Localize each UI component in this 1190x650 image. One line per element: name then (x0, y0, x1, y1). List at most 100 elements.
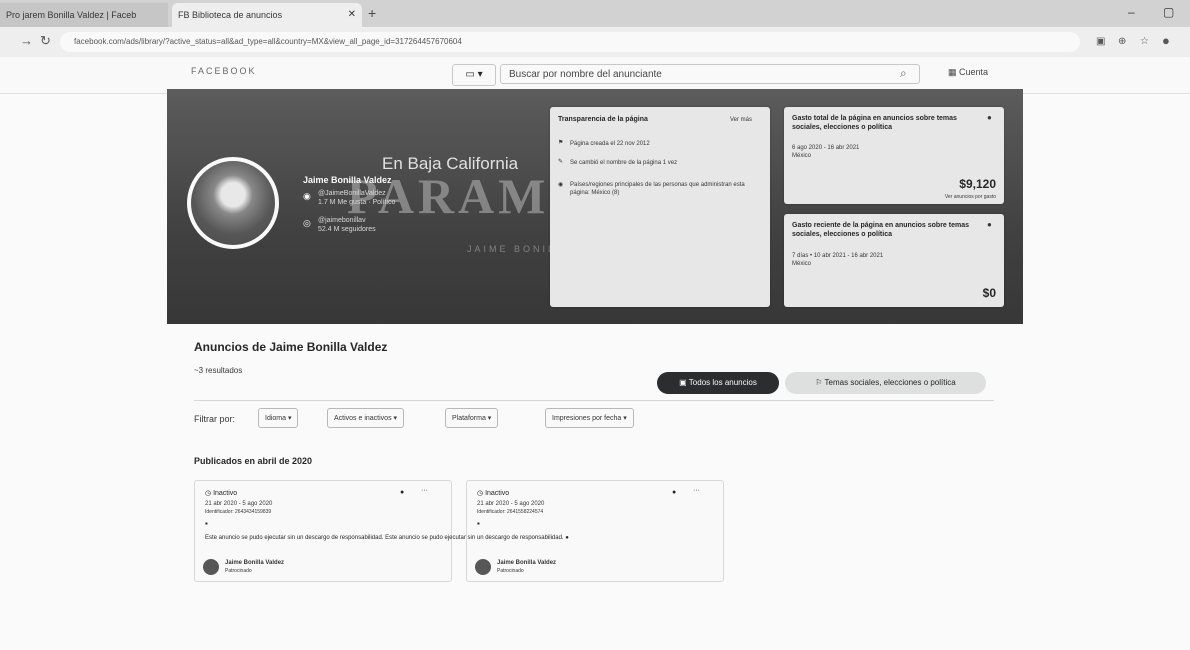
results-count: ~3 resultados (194, 366, 243, 375)
social-issues-button[interactable]: ⚐ Temas sociales, elecciones o política (785, 372, 986, 394)
status-filter[interactable]: Activos e inactivos ▾ (327, 408, 405, 428)
total-spend-amount: $9,120 (959, 177, 996, 191)
sponsored-label: Patrocinado (225, 568, 252, 574)
recent-spend-dates: 7 días • 10 abr 2021 - 16 abr 2021 (792, 253, 884, 259)
recent-spend-card: Gasto reciente de la página en anuncios … (784, 214, 1004, 307)
advertiser-avatar[interactable] (475, 559, 491, 575)
recent-spend-location: México (792, 261, 812, 267)
total-spend-dates: 6 ago 2020 - 16 abr 2021 (792, 145, 860, 151)
platform-filter[interactable]: Plataforma ▾ (445, 408, 499, 428)
page-info-icon: ◉ (303, 191, 311, 201)
minimize-icon[interactable]: – (1128, 5, 1135, 19)
new-tab-icon[interactable]: + (368, 5, 376, 21)
filter-text: Activos e inactivos (334, 415, 392, 422)
total-spend-location: México (792, 153, 812, 159)
restore-icon[interactable]: ▢ (1163, 5, 1174, 19)
more-options-icon[interactable]: ··· (693, 487, 700, 494)
recent-spend-amount: $0 (982, 286, 996, 300)
impressions-date-filter[interactable]: Impresiones por fecha ▾ (545, 408, 634, 428)
page-admin-location: Países/regiones principales de las perso… (570, 182, 745, 196)
total-spend-note[interactable]: Ver anuncios por gasto (945, 193, 996, 201)
advertiser-search-input[interactable] (500, 64, 920, 84)
ad-id: Identificador: 2643434159839 (205, 509, 272, 515)
instagram-icon: ◎ (303, 218, 311, 228)
info-icon[interactable]: ● (400, 489, 404, 496)
info-icon[interactable]: ● (987, 114, 992, 122)
ads-icon: ▣ (679, 378, 687, 387)
account-icon: ▦ (948, 67, 957, 77)
advertiser-name[interactable]: Jaime Bonilla Valdez (225, 559, 284, 567)
search-type-dropdown[interactable]: ▭ ▾ (452, 64, 496, 86)
ad-dates: 21 abr 2020 - 5 ago 2020 (205, 501, 273, 507)
info-icon[interactable]: ● (672, 489, 676, 496)
extension-icon[interactable]: ▣ (1096, 36, 1105, 47)
filter-text: Idioma (265, 415, 287, 422)
disclaimer-text-b: Este anuncio se pudo ejecutar sin un des… (385, 535, 564, 541)
ad-status: ◷ Inactivo (205, 489, 237, 497)
url-bar[interactable]: facebook.com/ads/library/?active_status=… (60, 32, 1080, 52)
ad-status-label: Inactivo (485, 490, 510, 497)
disclaimer-row: Este anuncio se pudo ejecutar sin un des… (205, 535, 569, 541)
page-handle: @JaimeBonillaValdez (318, 190, 386, 197)
location-icon: ◉ (558, 182, 564, 188)
platform-icon: ▪ (205, 519, 208, 528)
ad-card[interactable]: ◷ Inactivo 21 abr 2020 - 5 ago 2020 Iden… (194, 480, 452, 582)
instagram-followers: 52.4 M seguidores (318, 226, 376, 233)
all-ads-button[interactable]: ▣ Todos los anuncios (657, 372, 779, 394)
ad-dates: 21 abr 2020 - 5 ago 2020 (477, 501, 545, 507)
social-issues-label: Temas sociales, elecciones o política (824, 378, 956, 387)
ad-id: Identificador: 2641558224574 (477, 509, 544, 515)
account-label: Cuenta (959, 67, 989, 77)
see-more-link[interactable]: Ver más (730, 116, 752, 124)
published-heading: Publicados en abril de 2020 (194, 456, 313, 466)
page-renamed: Se cambió el nombre de la página 1 vez (570, 160, 678, 166)
platform-icon: ▪ (477, 519, 480, 528)
tab-label: FB Biblioteca de anuncios (178, 10, 283, 20)
all-ads-label: Todos los anuncios (688, 378, 757, 387)
filter-label: Filtrar por: (194, 414, 236, 424)
monitor-icon: ▭ (465, 69, 475, 80)
bookmark-star-icon[interactable]: ☆ (1140, 36, 1149, 47)
divider (194, 400, 994, 401)
info-icon[interactable]: ● (565, 535, 569, 541)
sponsored-label: Patrocinado (497, 568, 524, 574)
more-options-icon[interactable]: ··· (421, 487, 428, 494)
filter-text: Impresiones por fecha (552, 415, 622, 422)
reload-icon[interactable]: ↻ (40, 33, 51, 49)
inactive-icon: ◷ (205, 490, 212, 497)
flag-icon: ⚑ (558, 140, 564, 146)
language-filter[interactable]: Idioma ▾ (258, 408, 299, 428)
advertiser-avatar[interactable] (203, 559, 219, 575)
ad-status-label: Inactivo (213, 490, 238, 497)
total-spend-title: Gasto total de la página en anuncios sob… (792, 115, 957, 131)
close-tab-icon[interactable]: ✕ (348, 3, 356, 27)
info-icon[interactable]: ● (987, 221, 992, 229)
advertiser-name[interactable]: Jaime Bonilla Valdez (497, 559, 556, 567)
browser-tab-2[interactable]: FB Biblioteca de anuncios ✕ (172, 3, 362, 27)
page-created: Página creada el 22 nov 2012 (570, 141, 650, 147)
page-name[interactable]: Jaime Bonilla Valdez (303, 175, 392, 185)
flag-icon: ⚐ (815, 378, 823, 387)
page-avatar[interactable] (187, 157, 279, 249)
search-icon[interactable]: ⌕ (900, 66, 907, 81)
page-stats: 1.7 M Me gusta · Político (318, 199, 396, 206)
rename-icon: ✎ (558, 159, 564, 165)
disclaimer-text-a: Este anuncio se pudo ejecutar sin un des… (205, 535, 384, 541)
tab-label: Pro jarem Bonilla Valdez | Faceb (6, 10, 137, 20)
browser-tab-1[interactable]: Pro jarem Bonilla Valdez | Faceb (0, 3, 168, 27)
forward-icon[interactable]: → (20, 33, 33, 48)
url-text: facebook.com/ads/library/?active_status=… (74, 37, 462, 46)
recent-spend-title: Gasto reciente de la página en anuncios … (792, 222, 970, 238)
filter-text: Plataforma (452, 415, 486, 422)
chevron-down-icon: ▾ (477, 69, 483, 80)
ads-section-title: Anuncios de Jaime Bonilla Valdez (194, 340, 388, 354)
ad-card[interactable]: ◷ Inactivo 21 abr 2020 - 5 ago 2020 Iden… (466, 480, 724, 582)
instagram-handle: @jaimebonillav (318, 217, 366, 224)
page-transparency-card: Transparencia de la página Ver más ⚑ Pág… (550, 107, 770, 307)
inactive-icon: ◷ (477, 490, 484, 497)
profile-icon[interactable]: ● (1162, 33, 1170, 48)
zoom-icon[interactable]: ⊕ (1118, 36, 1126, 47)
facebook-logo[interactable]: FACEBOOK (191, 66, 257, 76)
account-menu[interactable]: ▦ Cuenta (948, 67, 988, 78)
transparency-title: Transparencia de la página (558, 116, 648, 123)
